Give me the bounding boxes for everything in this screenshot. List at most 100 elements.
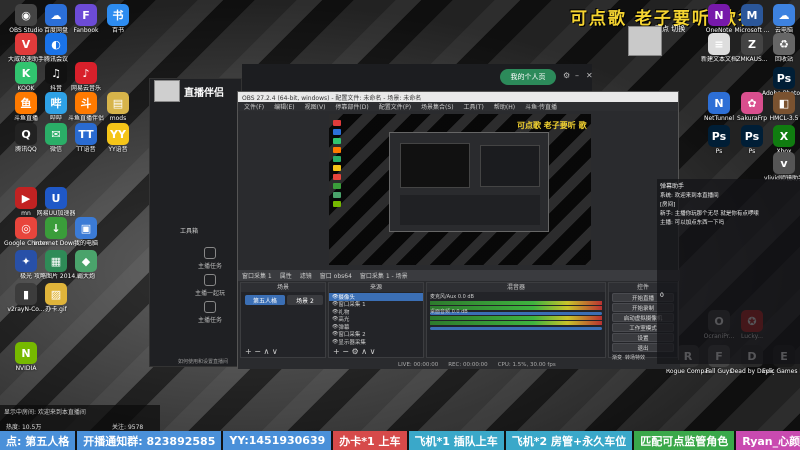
desktop-icon-label: YY语音 bbox=[108, 146, 128, 153]
minimize-icon[interactable]: – bbox=[575, 71, 579, 80]
desktop-icon-label: mods bbox=[109, 115, 127, 122]
source-item[interactable]: 👁 显示器采集 bbox=[329, 338, 423, 346]
obs-preview[interactable]: 可点歌 老子要听 歌名 bbox=[329, 114, 591, 265]
obs-menu-item[interactable]: 配置文件(P) bbox=[379, 102, 411, 111]
desktop-icon-item[interactable]: 书百书 bbox=[96, 4, 140, 34]
hot-value: 10.5万 bbox=[21, 424, 42, 431]
desktop-icon-item[interactable]: ◧ HMCL-3.5 bbox=[762, 92, 800, 122]
app-icon: N bbox=[15, 342, 37, 364]
preview-nested-panel bbox=[480, 145, 540, 187]
volume-slider[interactable] bbox=[430, 327, 602, 330]
desktop-icon-label: HMCL-3.5 bbox=[769, 115, 799, 122]
ticker-item: 办卡*1 上车 bbox=[333, 431, 409, 450]
desktop-icon-item[interactable]: ♫ 抖音 bbox=[34, 62, 78, 92]
app-icon: Ps bbox=[708, 125, 730, 147]
obs-menu-item[interactable]: 斗鱼·传直播 bbox=[525, 102, 557, 111]
desktop-icon-item[interactable]: ☁ 云电脑 bbox=[762, 4, 800, 34]
mixer-dock-title: 混音器 bbox=[427, 283, 605, 292]
desktop-icon-item[interactable]: ◐ 腾讯会议 bbox=[34, 33, 78, 63]
preview-desktop-icons bbox=[333, 120, 345, 210]
source-toolbar-item[interactable]: 窗口 obs64 bbox=[320, 271, 352, 280]
obs-menu-item[interactable]: 文件(F) bbox=[244, 102, 264, 111]
task-icon bbox=[204, 247, 216, 259]
desktop-icon-item[interactable]: XXbox bbox=[762, 125, 800, 155]
desktop-icon-label: 霸大炮 bbox=[76, 273, 95, 280]
obs-menu-item[interactable]: 帮助(H) bbox=[494, 102, 515, 111]
companion-footer[interactable]: 如何使用和设置直播间 bbox=[178, 358, 228, 365]
app-icon: F bbox=[75, 4, 97, 26]
source-controls-icon[interactable]: + − ⚙ ∧ ∨ bbox=[333, 347, 375, 356]
obs-menu-item[interactable]: 视图(V) bbox=[305, 102, 326, 111]
app-icon: Ps bbox=[773, 67, 795, 89]
desktop-icon-item[interactable]: ♻ 回收站 bbox=[762, 33, 800, 63]
app-icon: YY bbox=[107, 123, 129, 145]
mixer-dock: 混音器 麦克风/Aux 0.0 dB 桌面音频 0.0 dB bbox=[426, 282, 606, 358]
chat-message: 系统: 欢迎来到本直播间 bbox=[660, 193, 719, 199]
source-toolbar-item[interactable]: 滤镜 bbox=[300, 271, 312, 280]
sources-list: 👁 摄像头 👁 窗口采集 1 👁 礼物 👁 高光 👁 弹幕 👁 窗口采集 2 👁 显示器采集 bbox=[329, 292, 423, 346]
sidebar-item-play-together[interactable]: 主播一起玩 bbox=[180, 274, 240, 297]
chat-message: 主播: 可以加点东西一下吗 bbox=[660, 220, 725, 226]
bottom-ticker: 点: 第五人格 开播通知群: 823892585 YY:1451930639 办卡*1… bbox=[0, 431, 800, 450]
scenes-dock-title: 场景 bbox=[241, 283, 325, 292]
app-icon: X bbox=[773, 125, 795, 147]
app-icon: ♪ bbox=[75, 62, 97, 84]
desktop-icon-item[interactable]: U 网易UU加速器 bbox=[34, 187, 78, 217]
desktop-icon-item[interactable]: vvlivid师镜助手 bbox=[762, 152, 800, 182]
desktop-icon-item[interactable]: ▨ 办卡.gif bbox=[34, 283, 78, 313]
desktop-icon-item[interactable]: N NVIDIA bbox=[4, 342, 48, 372]
settings-icon[interactable]: ⚙ bbox=[563, 71, 570, 80]
app-icon: ▤ bbox=[107, 92, 129, 114]
preview-nested-docks bbox=[400, 195, 540, 225]
app-icon: ▣ bbox=[75, 217, 97, 239]
sidebar-item-label: 主播任务 bbox=[197, 263, 222, 270]
obs-menu-item[interactable]: 编辑(E) bbox=[274, 102, 294, 111]
preview-nested-obs bbox=[389, 132, 549, 232]
status-item: CPU: 1.5%, 30.00 fps bbox=[497, 361, 556, 368]
mixer-list: 麦克风/Aux 0.0 dB 桌面音频 0.0 dB bbox=[427, 292, 605, 330]
sidebar-item-task-2[interactable]: 主播任务 bbox=[180, 301, 240, 324]
obs-menu-item[interactable]: 工具(T) bbox=[464, 102, 484, 111]
scene-add-icon[interactable]: + − ∧ ∨ bbox=[245, 347, 278, 356]
obs-window: OBS 27.2.4 (64-bit, windows) - 配置文件: 未命名… bbox=[237, 91, 680, 369]
ticker-item: 飞机*1 插队上车 bbox=[408, 431, 506, 450]
app-icon: 斗 bbox=[75, 92, 97, 114]
desktop-icon-label: Epic Games Launcher bbox=[762, 368, 800, 375]
source-label: 显示器采集 bbox=[338, 339, 366, 346]
live-notice: 显示中房间: 欢迎来到本直播间 bbox=[4, 409, 86, 416]
app-icon: ◆ bbox=[75, 250, 97, 272]
desktop-icon-label: 百书 bbox=[111, 27, 124, 34]
desktop-icon-item[interactable]: ▤ mods bbox=[96, 92, 140, 122]
sidebar-item-task[interactable]: 主播任务 bbox=[180, 247, 240, 270]
task-icon bbox=[204, 301, 216, 313]
obs-menu-item[interactable]: 场景集合(S) bbox=[421, 102, 454, 111]
desktop-icon-item[interactable]: YY YY语音 bbox=[96, 123, 140, 153]
avatar[interactable] bbox=[154, 80, 180, 102]
desktop-icon-item[interactable]: ▣ 我的电脑 bbox=[64, 217, 108, 247]
close-icon[interactable]: ✕ bbox=[586, 71, 593, 80]
mixer-row: 麦克风/Aux 0.0 dB bbox=[427, 292, 605, 315]
app-icon: ✿ bbox=[741, 92, 763, 114]
chat-panel: 弹幕助手 系统: 欢迎来到本直播间 [房间] 新手: 主播你玩那个无尽 就是你有点啰… bbox=[657, 179, 800, 364]
source-toolbar: 窗口采集 1 属性 滤镜 窗口 obs64 窗口采集 1 - 场景 bbox=[238, 270, 680, 281]
source-toolbar-item[interactable]: 属性 bbox=[280, 271, 292, 280]
source-toolbar-item[interactable]: 窗口采集 1 - 场景 bbox=[360, 271, 408, 280]
desktop-icon-item[interactable]: ◆ 霸大炮 bbox=[64, 250, 108, 280]
scene-item[interactable]: 场景 2 bbox=[287, 295, 323, 305]
app-icon: Z bbox=[741, 33, 763, 55]
tools-label: 工具箱 bbox=[180, 228, 199, 235]
hot-stat: 热度: 10.5万 bbox=[6, 422, 41, 431]
source-toolbar-item[interactable]: 窗口采集 1 bbox=[242, 271, 272, 280]
personal-page-button[interactable]: 我的个人页 bbox=[500, 69, 556, 85]
obs-menu-item[interactable]: 停靠部件(D) bbox=[335, 102, 368, 111]
volume-meter bbox=[430, 301, 602, 305]
app-icon: 书 bbox=[107, 4, 129, 26]
obs-title-bar: OBS 27.2.4 (64-bit, windows) - 配置文件: 未命名… bbox=[238, 92, 678, 102]
app-icon: ☁ bbox=[773, 4, 795, 26]
scene-item[interactable]: 第五人格 bbox=[245, 295, 285, 305]
sources-dock-title: 来源 bbox=[329, 283, 423, 292]
follow-label: 关注: bbox=[112, 424, 127, 431]
chat-message: 新手: 主播你玩那个无尽 就是你有点啰嗦 bbox=[660, 211, 759, 217]
hot-label: 热度: bbox=[6, 424, 21, 431]
desktop-icon-label: 网易UU加速器 bbox=[36, 210, 76, 217]
